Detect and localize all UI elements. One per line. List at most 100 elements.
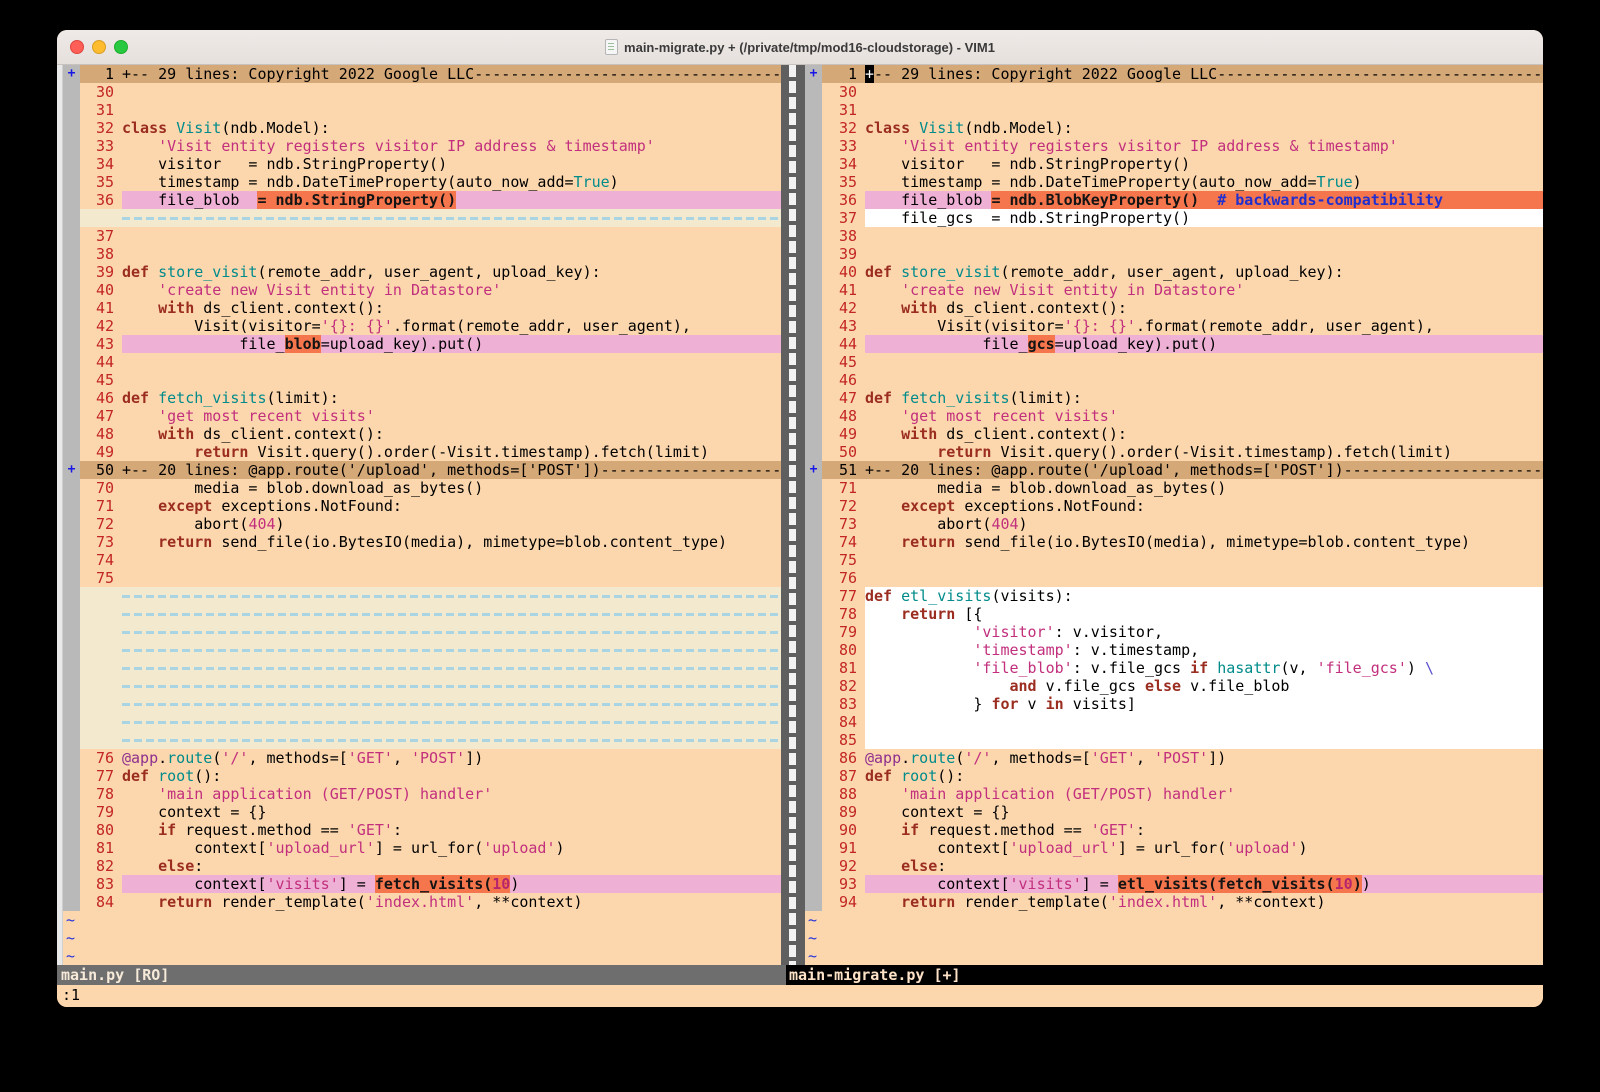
- split-separator[interactable]: [781, 65, 805, 965]
- window-titlebar[interactable]: main-migrate.py + (/private/tmp/mod16-cl…: [57, 30, 1543, 65]
- fold-line[interactable]: +50+-- 20 lines: @app.route('/upload', m…: [63, 461, 781, 479]
- zoom-icon[interactable]: [114, 40, 128, 54]
- code-line[interactable]: 50 return Visit.query().order(-Visit.tim…: [805, 443, 1543, 461]
- code-line[interactable]: 36 file_blob = ndb.BlobKeyProperty() # b…: [805, 191, 1543, 209]
- code-line[interactable]: 91 context['upload_url'] = url_for('uplo…: [805, 839, 1543, 857]
- code-line[interactable]: 87def root():: [805, 767, 1543, 785]
- fold-column[interactable]: +: [63, 461, 80, 479]
- code-line[interactable]: 45: [63, 371, 781, 389]
- code-line[interactable]: 84: [805, 713, 1543, 731]
- code-line[interactable]: 45: [805, 353, 1543, 371]
- code-line[interactable]: 85: [805, 731, 1543, 749]
- code-line[interactable]: 49 return Visit.query().order(-Visit.tim…: [63, 443, 781, 461]
- code-line[interactable]: 93 context['visits'] = etl_visits(fetch_…: [805, 875, 1543, 893]
- code-line[interactable]: 82 else:: [63, 857, 781, 875]
- code-line[interactable]: 88 'main application (GET/POST) handler': [805, 785, 1543, 803]
- code-line[interactable]: 78 return [{: [805, 605, 1543, 623]
- code-line[interactable]: 74 return send_file(io.BytesIO(media), m…: [805, 533, 1543, 551]
- fold-line[interactable]: +51+-- 20 lines: @app.route('/upload', m…: [805, 461, 1543, 479]
- left-code-pane[interactable]: +1+-- 29 lines: Copyright 2022 Google LL…: [63, 65, 781, 965]
- code-line[interactable]: 31: [63, 101, 781, 119]
- code-line[interactable]: 74: [63, 551, 781, 569]
- code-line[interactable]: 39: [805, 245, 1543, 263]
- code-line[interactable]: 49 with ds_client.context():: [805, 425, 1543, 443]
- code-line[interactable]: 81 context['upload_url'] = url_for('uplo…: [63, 839, 781, 857]
- fold-column[interactable]: +: [805, 461, 822, 479]
- code-line[interactable]: 48 with ds_client.context():: [63, 425, 781, 443]
- line-number: 37: [822, 209, 865, 227]
- code-line[interactable]: 79 'visitor': v.visitor,: [805, 623, 1543, 641]
- code-line[interactable]: 43 file_blob=upload_key).put(): [63, 335, 781, 353]
- code-line[interactable]: 33 'Visit entity registers visitor IP ad…: [63, 137, 781, 155]
- code-line[interactable]: 46def fetch_visits(limit):: [63, 389, 781, 407]
- code-line[interactable]: 30: [63, 83, 781, 101]
- code-line[interactable]: 44 file_gcs=upload_key).put(): [805, 335, 1543, 353]
- code-line[interactable]: 80 if request.method == 'GET':: [63, 821, 781, 839]
- code-line[interactable]: 34 visitor = ndb.StringProperty(): [805, 155, 1543, 173]
- code-line[interactable]: 83 } for v in visits]: [805, 695, 1543, 713]
- fold-line[interactable]: +1+-- 29 lines: Copyright 2022 Google LL…: [63, 65, 781, 83]
- code-line[interactable]: 92 else:: [805, 857, 1543, 875]
- code-line[interactable]: 34 visitor = ndb.StringProperty(): [63, 155, 781, 173]
- code-line[interactable]: 71 except exceptions.NotFound:: [63, 497, 781, 515]
- right-code-pane[interactable]: +1+-- 29 lines: Copyright 2022 Google LL…: [805, 65, 1543, 965]
- code-line[interactable]: 71 media = blob.download_as_bytes(): [805, 479, 1543, 497]
- code-line[interactable]: 82 and v.file_gcs else v.file_blob: [805, 677, 1543, 695]
- code-line[interactable]: 75: [805, 551, 1543, 569]
- command-line[interactable]: :1: [57, 985, 1543, 1007]
- code-line[interactable]: 94 return render_template('index.html', …: [805, 893, 1543, 911]
- code-line[interactable]: 47 'get most recent visits': [63, 407, 781, 425]
- fold-column: [63, 245, 80, 263]
- code-line[interactable]: 77def etl_visits(visits):: [805, 587, 1543, 605]
- code-line[interactable]: 73 abort(404): [805, 515, 1543, 533]
- code-line[interactable]: 83 context['visits'] = fetch_visits(10): [63, 875, 781, 893]
- code-line[interactable]: 80 'timestamp': v.timestamp,: [805, 641, 1543, 659]
- code-line[interactable]: 35 timestamp = ndb.DateTimeProperty(auto…: [63, 173, 781, 191]
- code-line[interactable]: 37 file_gcs = ndb.StringProperty(): [805, 209, 1543, 227]
- fold-column[interactable]: +: [63, 65, 80, 83]
- status-bars: main.py [RO] main-migrate.py [+]: [57, 965, 1543, 985]
- code-line[interactable]: 41 'create new Visit entity in Datastore…: [805, 281, 1543, 299]
- fold-line[interactable]: +1+-- 29 lines: Copyright 2022 Google LL…: [805, 65, 1543, 83]
- code-line[interactable]: 40def store_visit(remote_addr, user_agen…: [805, 263, 1543, 281]
- code-line[interactable]: 84 return render_template('index.html', …: [63, 893, 781, 911]
- code-line[interactable]: 79 context = {}: [63, 803, 781, 821]
- code-line[interactable]: 42 with ds_client.context():: [805, 299, 1543, 317]
- code-line[interactable]: 76: [805, 569, 1543, 587]
- code-line[interactable]: 75: [63, 569, 781, 587]
- code-line[interactable]: 42 Visit(visitor='{}: {}'.format(remote_…: [63, 317, 781, 335]
- code-line[interactable]: 73 return send_file(io.BytesIO(media), m…: [63, 533, 781, 551]
- code-line[interactable]: 44: [63, 353, 781, 371]
- code-line[interactable]: 76@app.route('/', methods=['GET', 'POST'…: [63, 749, 781, 767]
- code-line[interactable]: 70 media = blob.download_as_bytes(): [63, 479, 781, 497]
- code-line[interactable]: 72 except exceptions.NotFound:: [805, 497, 1543, 515]
- code-line[interactable]: 72 abort(404): [63, 515, 781, 533]
- code-line[interactable]: 32class Visit(ndb.Model):: [63, 119, 781, 137]
- code-line[interactable]: 78 'main application (GET/POST) handler': [63, 785, 781, 803]
- code-line[interactable]: 35 timestamp = ndb.DateTimeProperty(auto…: [805, 173, 1543, 191]
- code-line[interactable]: 77def root():: [63, 767, 781, 785]
- code-line[interactable]: 48 'get most recent visits': [805, 407, 1543, 425]
- code-line[interactable]: 32class Visit(ndb.Model):: [805, 119, 1543, 137]
- code-line[interactable]: 38: [63, 245, 781, 263]
- code-line[interactable]: 31: [805, 101, 1543, 119]
- close-icon[interactable]: [70, 40, 84, 54]
- code-line[interactable]: 33 'Visit entity registers visitor IP ad…: [805, 137, 1543, 155]
- code-line[interactable]: 81 'file_blob': v.file_gcs if hasattr(v,…: [805, 659, 1543, 677]
- code-line[interactable]: 37: [63, 227, 781, 245]
- minimize-icon[interactable]: [92, 40, 106, 54]
- code-line[interactable]: 41 with ds_client.context():: [63, 299, 781, 317]
- code-line[interactable]: 39def store_visit(remote_addr, user_agen…: [63, 263, 781, 281]
- code-line[interactable]: 89 context = {}: [805, 803, 1543, 821]
- code-line[interactable]: 47def fetch_visits(limit):: [805, 389, 1543, 407]
- code-line[interactable]: 30: [805, 83, 1543, 101]
- line-number: 34: [80, 155, 122, 173]
- fold-column[interactable]: +: [805, 65, 822, 83]
- code-line[interactable]: 46: [805, 371, 1543, 389]
- code-line[interactable]: 40 'create new Visit entity in Datastore…: [63, 281, 781, 299]
- code-line[interactable]: 43 Visit(visitor='{}: {}'.format(remote_…: [805, 317, 1543, 335]
- code-line[interactable]: 90 if request.method == 'GET':: [805, 821, 1543, 839]
- code-line[interactable]: 38: [805, 227, 1543, 245]
- code-line[interactable]: 86@app.route('/', methods=['GET', 'POST'…: [805, 749, 1543, 767]
- code-line[interactable]: 36 file_blob = ndb.StringProperty(): [63, 191, 781, 209]
